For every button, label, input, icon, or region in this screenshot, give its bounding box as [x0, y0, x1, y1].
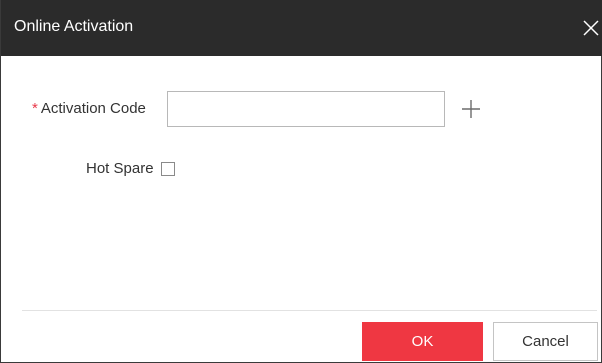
- cancel-button[interactable]: Cancel: [493, 322, 598, 361]
- dialog-title: Online Activation: [14, 18, 134, 35]
- close-icon: [583, 20, 599, 36]
- close-button[interactable]: [579, 16, 602, 40]
- hot-spare-row: Hot Spare: [1, 157, 602, 181]
- ok-button[interactable]: OK: [362, 322, 483, 361]
- dialog-titlebar: Online Activation: [1, 0, 602, 56]
- plus-icon: [462, 100, 480, 118]
- required-mark: *: [32, 100, 38, 117]
- activation-code-label-text: Activation Code: [40, 100, 146, 117]
- activation-code-input[interactable]: [167, 91, 445, 127]
- add-activation-code-button[interactable]: [461, 99, 481, 119]
- activation-code-label: * Activation Code: [32, 100, 146, 118]
- hot-spare-label: Hot Spare: [86, 160, 154, 177]
- hot-spare-checkbox[interactable]: [161, 162, 175, 176]
- activation-code-row: * Activation Code: [1, 91, 602, 127]
- online-activation-dialog: Online Activation * Activation Code Hot S…: [0, 0, 602, 363]
- footer-divider: [22, 310, 597, 311]
